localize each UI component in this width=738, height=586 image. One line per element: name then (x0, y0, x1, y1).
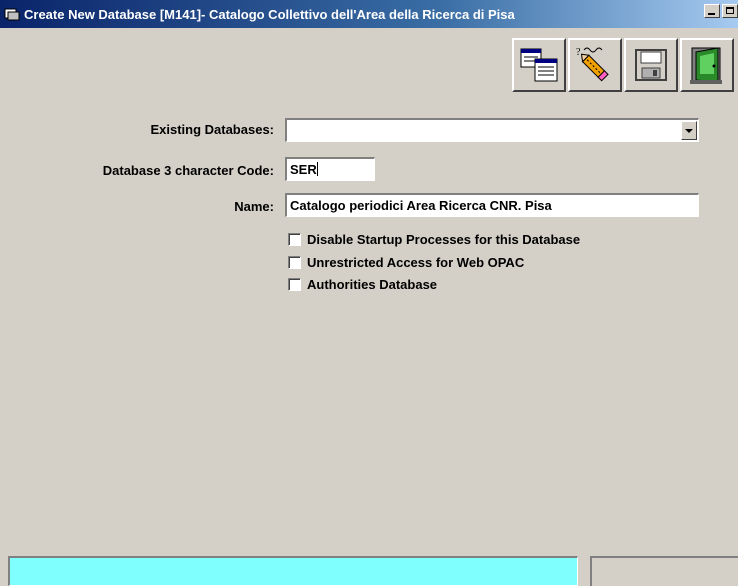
maximize-icon (726, 7, 734, 14)
svg-text:?: ? (576, 47, 581, 58)
authorities-database-checkbox[interactable] (288, 278, 301, 291)
toolbar: ? (512, 38, 734, 92)
status-bar (8, 556, 578, 586)
unrestricted-access-checkbox[interactable] (288, 256, 301, 269)
database-list-button[interactable] (512, 38, 566, 92)
disable-startup-checkbox-row[interactable]: Disable Startup Processes for this Datab… (288, 232, 580, 247)
minimize-button[interactable] (704, 4, 720, 18)
name-value: Catalogo periodici Area Ricerca CNR. Pis… (290, 198, 552, 213)
exit-button[interactable] (680, 38, 734, 92)
database-list-icon (520, 48, 558, 82)
status-panel (590, 556, 738, 586)
existing-databases-select[interactable] (285, 118, 699, 142)
disable-startup-checkbox[interactable] (288, 233, 301, 246)
save-button[interactable] (624, 38, 678, 92)
save-floppy-icon (635, 49, 667, 81)
text-cursor (316, 162, 318, 176)
unrestricted-access-checkbox-row[interactable]: Unrestricted Access for Web OPAC (288, 255, 524, 270)
clear-button[interactable]: ? (568, 38, 622, 92)
app-icon[interactable] (4, 6, 20, 22)
code-value: SER (290, 162, 317, 177)
code-label: Database 3 character Code: (102, 163, 274, 178)
authorities-database-checkbox-row[interactable]: Authorities Database (288, 277, 437, 292)
name-input[interactable]: Catalogo periodici Area Ricerca CNR. Pis… (285, 193, 699, 217)
maximize-button[interactable] (722, 4, 738, 18)
exit-door-icon (690, 47, 722, 84)
minimize-icon (708, 13, 715, 15)
disable-startup-label[interactable]: Disable Startup Processes for this Datab… (307, 232, 580, 247)
window-title: Create New Database [M141]- Catalogo Col… (24, 6, 515, 22)
authorities-database-label[interactable]: Authorities Database (307, 277, 437, 292)
code-input[interactable]: SER (285, 157, 375, 181)
erase-pencil-icon: ? (576, 47, 609, 82)
title-bar[interactable]: Create New Database [M141]- Catalogo Col… (0, 0, 738, 28)
unrestricted-access-label[interactable]: Unrestricted Access for Web OPAC (307, 255, 524, 270)
chevron-down-icon[interactable] (681, 121, 697, 140)
existing-databases-label: Existing Databases: (150, 122, 274, 137)
name-label: Name: (234, 199, 274, 214)
